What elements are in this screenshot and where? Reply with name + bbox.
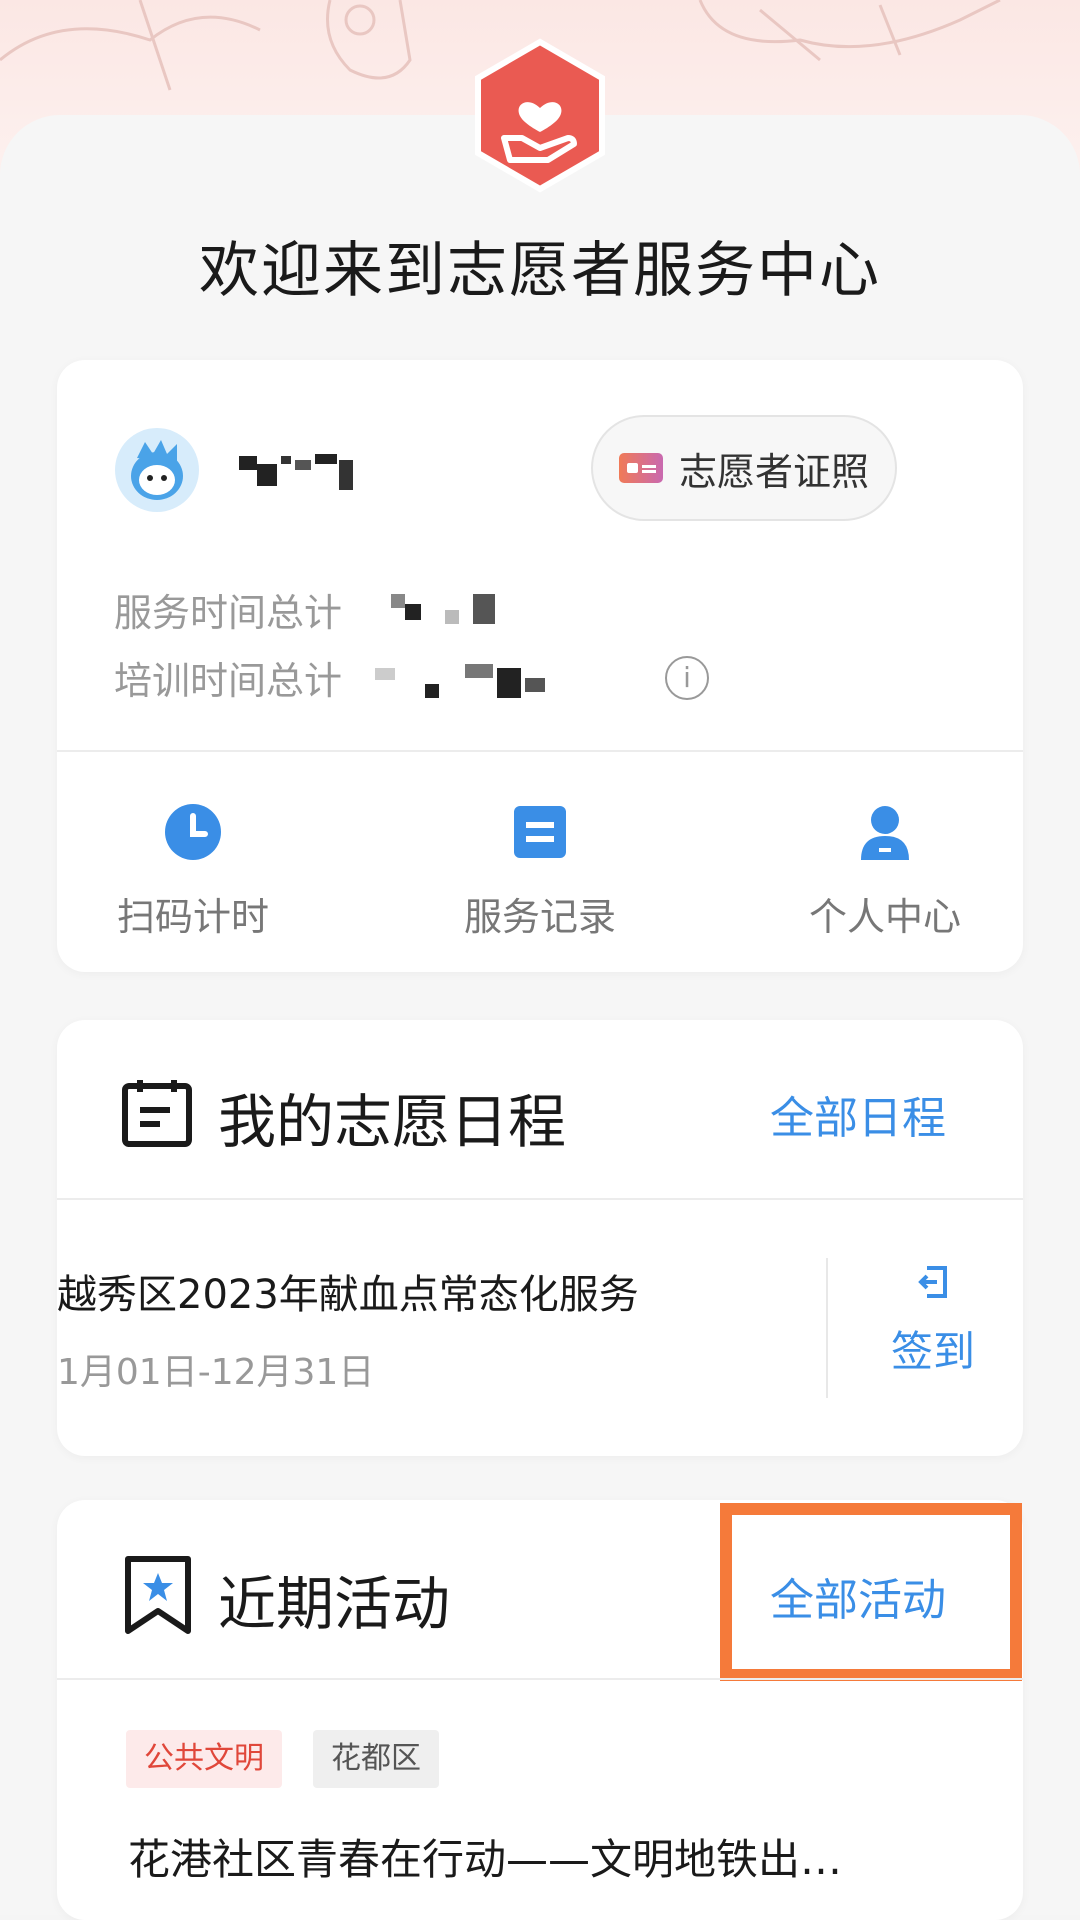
clock-icon [161, 800, 225, 864]
person-icon [853, 800, 917, 864]
avatar[interactable] [115, 428, 199, 512]
activities-title: 近期活动 [218, 1570, 451, 1638]
quick-action-personal-center[interactable]: 个人中心 [765, 800, 1005, 941]
training-time-label: 培训时间总计 [114, 659, 343, 703]
quick-action-label: 个人中心 [808, 895, 961, 939]
divider [57, 1678, 1023, 1680]
profile-card: 志愿者证照 服务时间总计 培训时间总计 i 扫码计时 服务记录 个人中心 [57, 360, 1023, 972]
divider [57, 1198, 1023, 1200]
training-time-redacted [375, 664, 545, 698]
record-icon [508, 800, 572, 864]
quick-action-label: 服务记录 [463, 895, 616, 939]
sign-in-button[interactable]: 签到 [858, 1262, 1008, 1379]
service-time-label: 服务时间总计 [114, 591, 343, 635]
sign-in-label: 签到 [890, 1327, 975, 1376]
certificate-button-label: 志愿者证照 [678, 449, 869, 494]
volunteer-certificate-button[interactable]: 志愿者证照 [591, 415, 897, 521]
bookmark-star-icon [125, 1556, 191, 1634]
schedule-event-title[interactable]: 越秀区2023年献血点常态化服务 [57, 1262, 639, 1320]
activity-tag-district: 花都区 [313, 1730, 439, 1788]
schedule-title: 我的志愿日程 [218, 1088, 567, 1156]
quick-action-label: 扫码计时 [116, 895, 269, 939]
service-time-redacted [391, 594, 495, 624]
info-icon[interactable]: i [665, 656, 709, 700]
activity-tag-category: 公共文明 [126, 1730, 282, 1788]
all-schedules-link[interactable]: 全部日程 [770, 1082, 1022, 1146]
calendar-icon [122, 1080, 192, 1147]
divider [57, 750, 1023, 752]
schedule-event-date: 1月01日-12月31日 [57, 1352, 375, 1393]
highlight-box [720, 1503, 1022, 1681]
username-redacted [235, 450, 375, 496]
volunteer-logo-icon [470, 38, 610, 193]
divider [826, 1258, 828, 1398]
activity-title[interactable]: 花港社区青春在行动——文明地铁出… [128, 1826, 842, 1887]
quick-action-service-record[interactable]: 服务记录 [420, 800, 660, 941]
id-card-icon [618, 453, 663, 483]
sign-in-icon [918, 1266, 947, 1298]
page-title: 欢迎来到志愿者服务中心 [199, 236, 881, 306]
quick-action-scan-timer[interactable]: 扫码计时 [73, 800, 313, 941]
